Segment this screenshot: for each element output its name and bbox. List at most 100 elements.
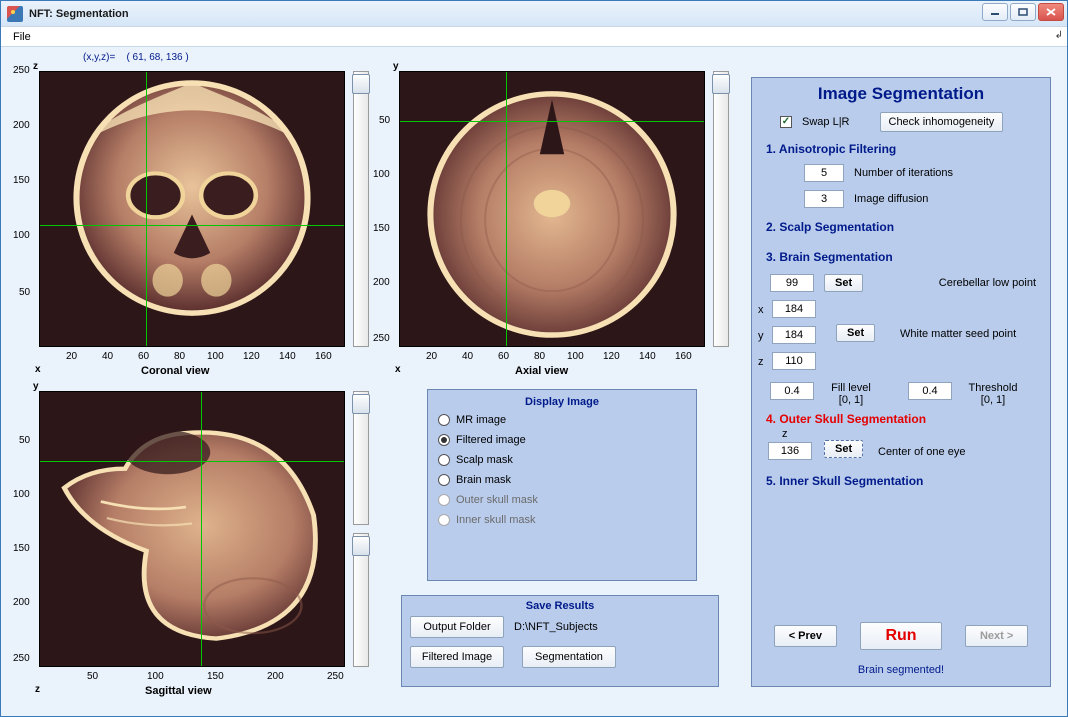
client-area: (x,y,z)= ( 61, 68, 136 ) 250 200 150 10: [1, 47, 1067, 716]
wm-x-input[interactable]: 184: [772, 300, 816, 318]
wm-z-label: z: [758, 356, 764, 368]
axial-crosshair-h: [400, 121, 704, 122]
tick: 40: [102, 351, 113, 362]
tick: 250: [373, 333, 390, 344]
swap-lr-checkbox[interactable]: ✓: [780, 116, 792, 128]
coronal-plot[interactable]: [39, 71, 345, 347]
tick: 200: [13, 120, 30, 131]
fill-level-label: Fill level[0, 1]: [828, 382, 874, 406]
wm-label: White matter seed point: [900, 328, 1016, 340]
sagittal-slider-bottom[interactable]: [353, 533, 369, 667]
wm-x-label: x: [758, 304, 764, 316]
run-button[interactable]: Run: [860, 622, 941, 650]
tick: 80: [174, 351, 185, 362]
eye-z-input[interactable]: 136: [768, 442, 812, 460]
display-image-panel: Display Image MR image Filtered image Sc…: [427, 389, 697, 581]
cerebellar-input[interactable]: 99: [770, 274, 814, 292]
radio-label: Filtered image: [456, 434, 526, 446]
tick: 100: [13, 489, 30, 500]
tick: 20: [66, 351, 77, 362]
radio-label: MR image: [456, 414, 506, 426]
fill-level-input[interactable]: 0.4: [770, 382, 814, 400]
tick: 100: [567, 351, 584, 362]
axial-caption: Axial view: [515, 365, 568, 377]
title-bar[interactable]: NFT: Segmentation: [1, 1, 1067, 27]
save-results-panel: Save Results Output Folder D:\NFT_Subjec…: [401, 595, 719, 687]
eye-z-label: z: [782, 428, 788, 440]
aniso-iterations-input[interactable]: 5: [804, 164, 844, 182]
tick: 100: [207, 351, 224, 362]
radio-brain-mask[interactable]: Brain mask: [428, 470, 696, 490]
coronal-view-group: 250 200 150 100 50 20 40 60 80 100 120 1…: [11, 65, 371, 383]
coords-label: (x,y,z)=: [83, 52, 115, 63]
prev-button[interactable]: < Prev: [774, 625, 837, 647]
menu-file[interactable]: File: [7, 29, 37, 45]
sagittal-slider-top[interactable]: [353, 391, 369, 525]
axial-slider[interactable]: [713, 71, 729, 347]
display-image-title: Display Image: [428, 390, 696, 410]
tick: 160: [675, 351, 692, 362]
coronal-slider[interactable]: [353, 71, 369, 347]
tick: 120: [243, 351, 260, 362]
wm-set-button[interactable]: Set: [836, 324, 875, 342]
save-segmentation-button[interactable]: Segmentation: [522, 646, 616, 668]
aniso-iterations-label: Number of iterations: [854, 167, 953, 179]
cerebellar-set-button[interactable]: Set: [824, 274, 863, 292]
tick: 150: [373, 223, 390, 234]
axis-label: y: [393, 61, 399, 72]
coronal-crosshair-v: [146, 72, 147, 346]
close-button[interactable]: [1038, 3, 1064, 21]
threshold-input[interactable]: 0.4: [908, 382, 952, 400]
tick: 120: [603, 351, 620, 362]
coords-value: ( 61, 68, 136 ): [126, 52, 188, 63]
tick: 40: [462, 351, 473, 362]
axial-plot[interactable]: [399, 71, 705, 347]
check-inhomogeneity-button[interactable]: Check inhomogeneity: [880, 112, 1004, 132]
aniso-filtering-header: 1. Anisotropic Filtering: [752, 136, 1050, 158]
coronal-crosshair-h: [40, 225, 344, 226]
status-text: Brain segmented!: [752, 664, 1050, 676]
outer-skull-header: 4. Outer Skull Segmentation: [752, 406, 1050, 428]
tick: 50: [379, 115, 390, 126]
output-folder-button[interactable]: Output Folder: [410, 616, 504, 638]
axis-label: z: [35, 684, 40, 695]
menu-corner-icon[interactable]: ↲: [1055, 30, 1063, 41]
tick: 150: [13, 175, 30, 186]
sagittal-view-group: 50 100 150 200 250 50 100 150 200 250 z …: [11, 385, 371, 703]
tick: 200: [373, 277, 390, 288]
radio-outer-skull-mask: Outer skull mask: [428, 490, 696, 510]
axis-label: y: [33, 381, 39, 392]
axis-label: x: [35, 364, 41, 375]
slider-thumb[interactable]: [352, 536, 370, 556]
axis-label: z: [33, 61, 38, 72]
slider-thumb[interactable]: [712, 74, 730, 94]
maximize-button[interactable]: [1010, 3, 1036, 21]
radio-filtered-image[interactable]: Filtered image: [428, 430, 696, 450]
tick: 50: [19, 287, 30, 298]
tick: 100: [13, 230, 30, 241]
sagittal-crosshair-h: [40, 461, 344, 462]
cerebellar-label: Cerebellar low point: [939, 277, 1036, 289]
sagittal-plot[interactable]: [39, 391, 345, 667]
wm-y-input[interactable]: 184: [772, 326, 816, 344]
wm-z-input[interactable]: 110: [772, 352, 816, 370]
eye-set-button[interactable]: Set: [824, 440, 863, 458]
aniso-diffusion-input[interactable]: 3: [804, 190, 844, 208]
radio-scalp-mask[interactable]: Scalp mask: [428, 450, 696, 470]
slider-thumb[interactable]: [352, 394, 370, 414]
wm-y-label: y: [758, 330, 764, 342]
eye-label: Center of one eye: [878, 446, 965, 458]
segmentation-title: Image Segmentation: [752, 78, 1050, 112]
coronal-brain-image: [40, 72, 344, 346]
save-filtered-image-button[interactable]: Filtered Image: [410, 646, 504, 668]
minimize-button[interactable]: [982, 3, 1008, 21]
radio-mr-image[interactable]: MR image: [428, 410, 696, 430]
segmentation-panel: Image Segmentation ✓ Swap L|R Check inho…: [751, 77, 1051, 687]
axial-view-group: 50 100 150 200 250 20 40 60 80 100 120 1…: [371, 65, 731, 383]
axis-label: x: [395, 364, 401, 375]
slider-thumb[interactable]: [352, 74, 370, 94]
cursor-coords: (x,y,z)= ( 61, 68, 136 ): [83, 52, 189, 63]
save-results-title: Save Results: [410, 598, 710, 616]
radio-inner-skull-mask: Inner skull mask: [428, 510, 696, 530]
sagittal-caption: Sagittal view: [145, 685, 212, 697]
